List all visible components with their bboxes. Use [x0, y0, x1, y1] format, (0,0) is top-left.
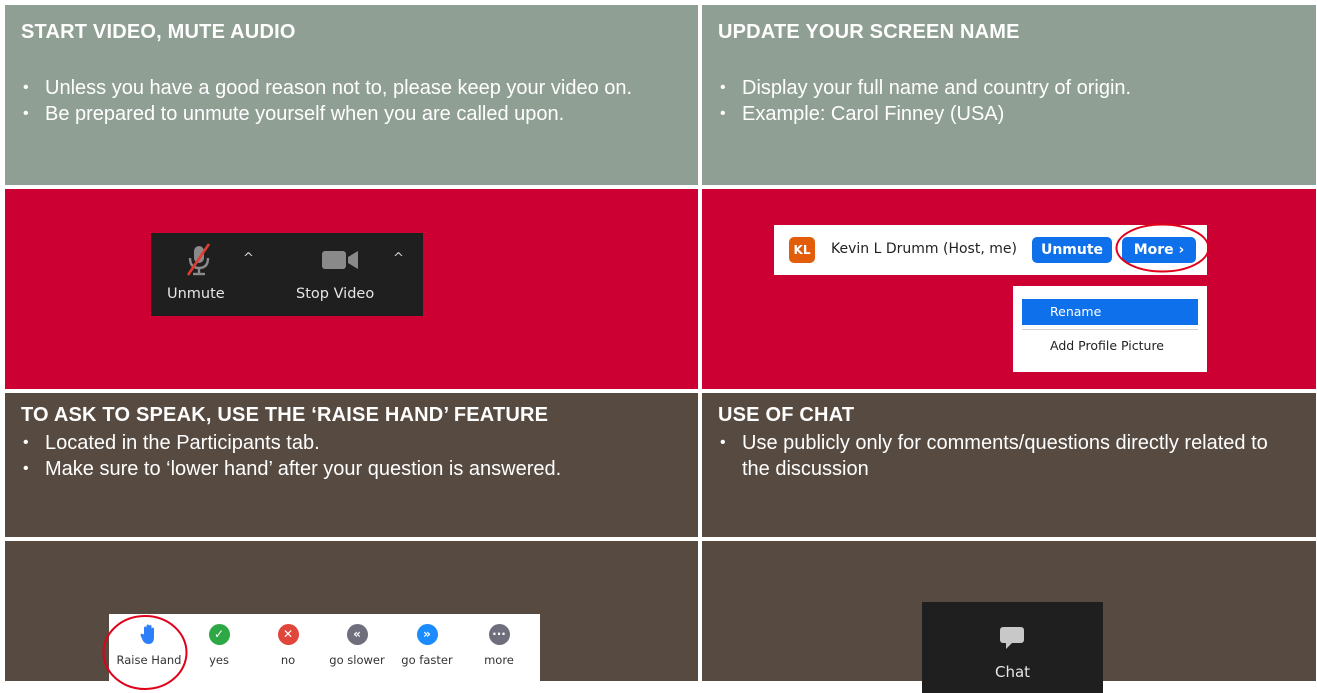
unmute-participant-button[interactable]: Unmute — [1032, 237, 1112, 263]
panel-raise-hand: TO ASK TO SPEAK, USE THE ‘RAISE HAND’ FE… — [5, 393, 698, 537]
avatar: KL — [789, 237, 815, 263]
section-title: TO ASK TO SPEAK, USE THE ‘RAISE HAND’ FE… — [21, 404, 549, 426]
audio-options-caret[interactable]: ^ — [243, 251, 254, 266]
menu-item-rename[interactable]: Rename — [1022, 299, 1198, 325]
rewind-icon: « — [346, 624, 368, 645]
menu-divider — [1022, 329, 1198, 330]
bullet-item: Example: Carol Finney (USA) — [716, 101, 1306, 127]
bullet-list: Use publicly only for comments/questions… — [716, 430, 1276, 482]
bullet-list: Display your full name and country of or… — [716, 75, 1306, 127]
more-menu: Rename Add Profile Picture — [1013, 286, 1207, 372]
section-title: START VIDEO, MUTE AUDIO — [21, 21, 296, 43]
ellipsis-icon: ··· — [488, 624, 510, 645]
reaction-label: more — [484, 653, 514, 667]
chat-label: Chat — [994, 663, 1031, 681]
yes-button[interactable]: ✓ yes — [184, 624, 254, 667]
stop-video-button[interactable]: Stop Video — [296, 286, 374, 302]
panel-rename-example — [702, 189, 1316, 389]
section-title: USE OF CHAT — [718, 404, 855, 426]
unmute-button[interactable]: Unmute — [167, 286, 225, 302]
microphone-muted-icon[interactable] — [184, 243, 214, 277]
bullet-item: Unless you have a good reason not to, pl… — [19, 75, 689, 101]
fast-forward-icon: » — [416, 624, 438, 645]
panel-chat: USE OF CHAT Use publicly only for commen… — [702, 393, 1316, 537]
video-options-caret[interactable]: ^ — [393, 251, 404, 266]
bullet-item: Located in the Participants tab. — [19, 430, 694, 456]
no-button[interactable]: ✕ no — [253, 624, 323, 667]
bullet-item: Make sure to ‘lower hand’ after your que… — [19, 456, 694, 482]
video-camera-icon[interactable] — [321, 249, 361, 271]
chat-bubble-icon — [999, 626, 1025, 655]
bullet-item: Use publicly only for comments/questions… — [716, 430, 1276, 482]
highlight-circle — [1115, 223, 1210, 273]
go-faster-button[interactable]: » go faster — [392, 624, 462, 667]
reaction-label: no — [280, 653, 296, 667]
bullet-list: Unless you have a good reason not to, pl… — [19, 75, 689, 127]
chat-button[interactable]: Chat — [922, 602, 1103, 693]
zoom-toolbar: ^ Unmute ^ Stop Video — [151, 233, 423, 316]
go-slower-button[interactable]: « go slower — [322, 624, 392, 667]
check-icon: ✓ — [208, 624, 230, 645]
x-icon: ✕ — [277, 624, 299, 645]
reaction-label: go faster — [401, 653, 453, 667]
reaction-label: yes — [209, 653, 229, 667]
bullet-item: Display your full name and country of or… — [716, 75, 1306, 101]
bullet-item: Be prepared to unmute yourself when you … — [19, 101, 689, 127]
participant-name: Kevin L Drumm (Host, me) — [831, 241, 1017, 257]
panel-screen-name: UPDATE YOUR SCREEN NAME Display your ful… — [702, 5, 1316, 185]
more-reactions-button[interactable]: ··· more — [464, 624, 534, 667]
panel-video-audio: START VIDEO, MUTE AUDIO Unless you have … — [5, 5, 698, 185]
menu-item-add-profile-picture[interactable]: Add Profile Picture — [1022, 333, 1198, 359]
bullet-list: Located in the Participants tab. Make su… — [19, 430, 694, 482]
highlight-circle — [102, 615, 188, 690]
section-title: UPDATE YOUR SCREEN NAME — [718, 21, 1020, 43]
reaction-label: go slower — [329, 653, 385, 667]
